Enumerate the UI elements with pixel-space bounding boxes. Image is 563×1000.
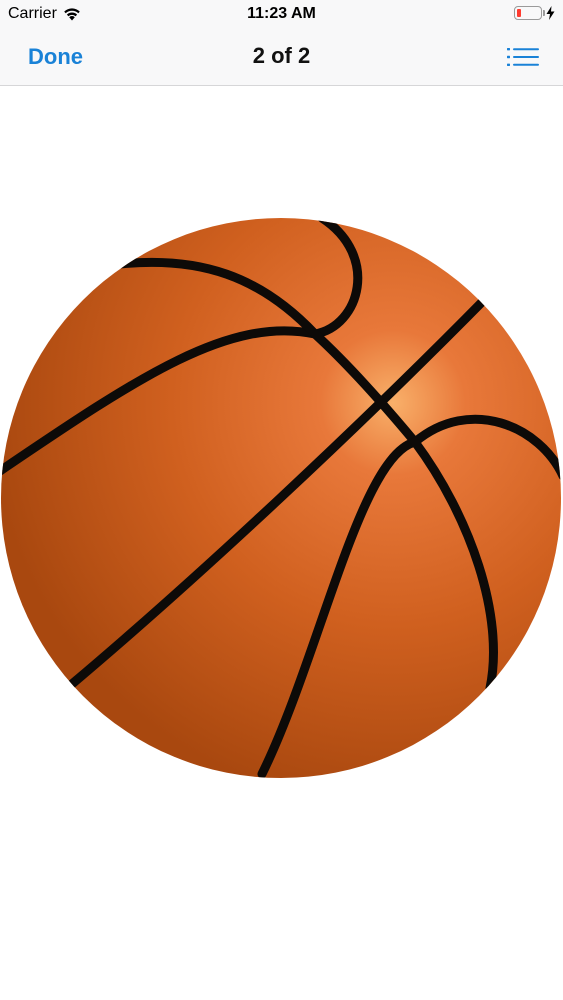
photo-viewer-screen: Carrier 11:23 AM Done 2 of 2: [0, 0, 563, 1000]
list-icon: [507, 48, 539, 66]
basketball-image: [1, 218, 561, 778]
status-time: 11:23 AM: [247, 5, 316, 22]
charging-bolt-icon: [546, 6, 555, 20]
status-bar: Carrier 11:23 AM: [0, 0, 563, 30]
battery-level-fill: [517, 9, 521, 17]
battery-status: [514, 6, 555, 20]
image-viewer-area[interactable]: [0, 86, 563, 1000]
navigation-bar: Done 2 of 2: [0, 30, 563, 86]
list-button[interactable]: [507, 45, 539, 69]
page-title: 2 of 2: [252, 43, 311, 68]
battery-icon: [514, 6, 545, 20]
